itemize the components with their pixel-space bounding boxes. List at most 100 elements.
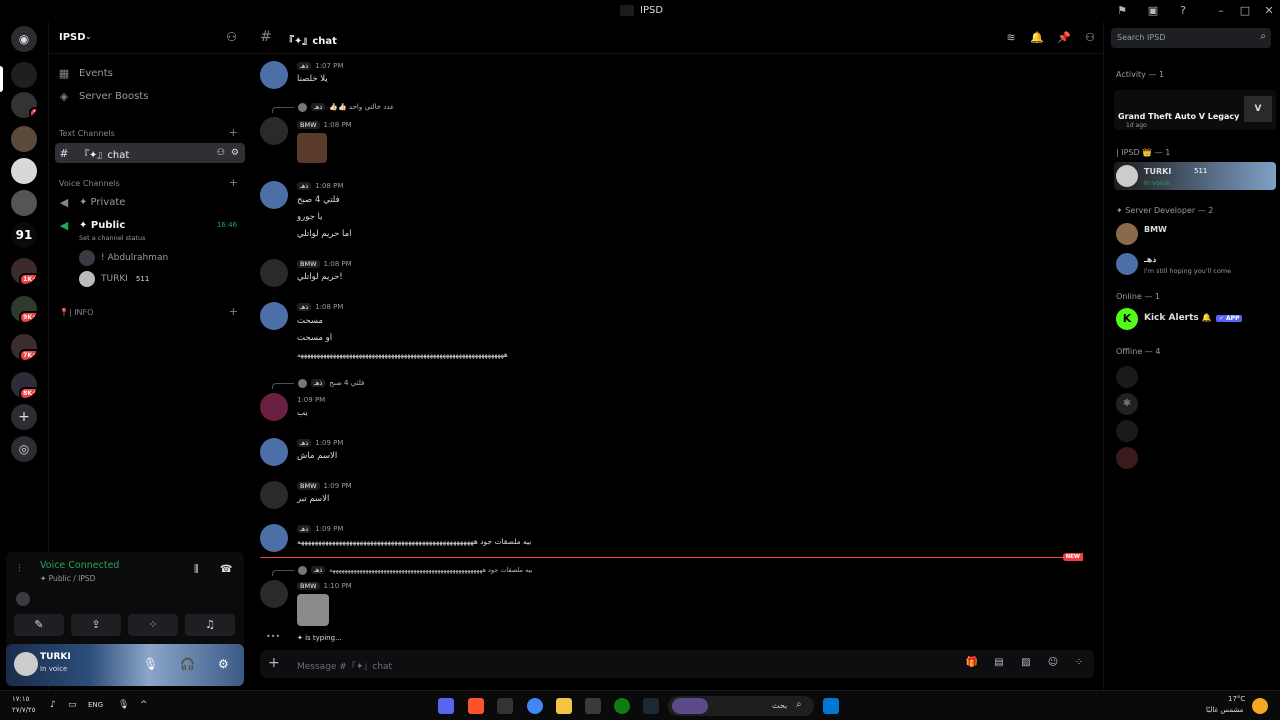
server-icon[interactable] (11, 190, 37, 216)
sidebar-item-boosts[interactable]: ◈ Server Boosts (55, 86, 245, 106)
add-server-icon[interactable]: + (11, 404, 37, 430)
add-channel-icon[interactable]: + (229, 176, 238, 189)
category-text-channels[interactable]: Text Channels (59, 129, 115, 138)
volume-icon[interactable]: ♪ (50, 700, 56, 710)
brave-icon[interactable] (468, 698, 484, 714)
server-icon[interactable]: 1K+ (11, 258, 37, 284)
voice-location[interactable]: ✦ Public / IPSD (40, 574, 95, 583)
author-tag[interactable]: ذهـ (297, 182, 312, 190)
minimize-icon[interactable]: – (1214, 4, 1228, 18)
microphone-icon[interactable]: 🎙 (143, 657, 158, 671)
noise-suppression-icon[interactable]: ⫼ (194, 564, 199, 575)
voice-status[interactable]: Voice Connected (40, 560, 119, 571)
member-turki[interactable]: TURKI 511 In voice (1114, 162, 1276, 190)
file-explorer-icon[interactable] (556, 698, 572, 714)
windows-start-icon[interactable] (823, 698, 839, 714)
add-attachment-icon[interactable]: + (268, 655, 280, 671)
category-info[interactable]: 📍| INFO (59, 308, 93, 317)
member-dev[interactable]: ذهـ I'm still hoping you'll come (1114, 250, 1276, 278)
server-icon[interactable]: 8K+ (11, 372, 37, 398)
channel-chat[interactable]: # 『✦』chat ⚇ ⚙ (55, 143, 245, 163)
author-tag[interactable]: ذهـ (297, 439, 312, 447)
chrome-icon[interactable] (527, 698, 543, 714)
signal-icon[interactable]: ⫶ (18, 562, 21, 576)
server-header[interactable]: IPSD ⌄ ⚇ (49, 22, 251, 54)
steam-icon[interactable] (643, 698, 659, 714)
network-icon[interactable]: ▭ (68, 700, 77, 710)
microphone-icon[interactable]: 🎙 (118, 700, 129, 710)
gif-icon[interactable]: ▤ (992, 657, 1006, 671)
server-icon[interactable] (11, 126, 37, 152)
member-kick-alerts[interactable]: K Kick Alerts 🔔 ✓ APP (1114, 305, 1276, 333)
screen-share-button[interactable]: ⇪ (71, 614, 121, 636)
server-ipsd[interactable] (11, 62, 37, 88)
server-icon[interactable]: 1 (11, 92, 37, 118)
discord-home-icon[interactable]: ◉ (11, 26, 37, 52)
category-voice-channels[interactable]: Voice Channels (59, 179, 120, 188)
maximize-icon[interactable]: □ (1238, 4, 1252, 18)
members-icon[interactable]: ⚇ (1083, 31, 1097, 45)
reply-preview[interactable]: ذهـ بيه ملصقات جود هههههههههههههههههههههه… (272, 565, 532, 576)
soundboard-button[interactable]: ♫ (185, 614, 235, 636)
discover-icon[interactable]: ◎ (11, 436, 37, 462)
user-panel[interactable]: TURKI In voice 🎙 🎧 ⚙ (6, 644, 244, 686)
member-offline[interactable] (1114, 417, 1276, 445)
voice-user[interactable]: TURKI 511 (79, 270, 149, 288)
avatar[interactable] (260, 393, 288, 421)
author-tag[interactable]: ذهـ (297, 303, 312, 311)
activities-button[interactable]: ⁘ (128, 614, 178, 636)
channel-public[interactable]: ◀ ✦ Public 16:46 (55, 215, 245, 235)
apps-icon[interactable]: ⁘ (1072, 657, 1086, 671)
server-icon[interactable]: 91 (11, 222, 37, 248)
threads-icon[interactable]: ≋ (1004, 31, 1018, 45)
sticker-image[interactable] (297, 594, 329, 626)
gear-icon[interactable]: ⚙ (218, 657, 229, 671)
gift-icon[interactable]: 🎁 (965, 657, 979, 671)
taskbar-search[interactable]: بحث ⌕ (668, 696, 814, 716)
author-tag[interactable]: BMW (297, 260, 320, 268)
member-offline[interactable] (1114, 444, 1276, 472)
avatar[interactable] (260, 524, 288, 552)
server-icon[interactable]: 9K+ (11, 296, 37, 322)
avatar[interactable] (260, 117, 288, 145)
invite-icon[interactable]: ⚇ (217, 148, 225, 158)
weather-sun-icon[interactable] (1252, 698, 1268, 714)
clock-time[interactable]: ١٧:١٥ (12, 695, 29, 703)
avatar[interactable] (260, 302, 288, 330)
author-tag[interactable]: ذهـ (297, 525, 312, 533)
avatar[interactable] (260, 580, 288, 608)
author-tag[interactable]: BMW (297, 582, 320, 590)
author-tag[interactable]: BMW (297, 121, 320, 129)
weather-desc[interactable]: مشمس غالبًا (1206, 706, 1243, 714)
voice-user[interactable]: ! Abdulrahman (79, 249, 168, 267)
member-offline[interactable] (1114, 363, 1276, 391)
activity-card[interactable]: Grand Theft Auto V Legacy 1d ago V (1114, 90, 1276, 130)
add-channel-icon[interactable]: + (229, 126, 238, 139)
author-tag[interactable]: BMW (297, 482, 320, 490)
avatar[interactable] (260, 181, 288, 209)
member-bmw[interactable]: BMW (1114, 220, 1276, 248)
chevron-up-icon[interactable]: ^ (140, 700, 148, 710)
xbox-icon[interactable] (614, 698, 630, 714)
discord-taskbar-icon[interactable] (438, 698, 454, 714)
inbox-icon[interactable]: ⚑ (1115, 4, 1129, 18)
channel-status[interactable]: Set a channel status (79, 234, 146, 242)
message-composer[interactable]: + Message #『✦』chat 🎁 ▤ ▨ ☺ ⁘ (260, 650, 1094, 678)
message-input[interactable]: Message #『✦』chat (297, 659, 392, 672)
channel-private[interactable]: ◀ ✦ Private (55, 192, 245, 212)
screen-icon[interactable]: ▣ (1146, 4, 1160, 18)
pin-icon[interactable]: 📌 (1057, 31, 1071, 45)
sidebar-item-events[interactable]: ▦ Events (55, 63, 245, 83)
avatar[interactable] (260, 481, 288, 509)
server-icon[interactable]: 7K+ (11, 334, 37, 360)
add-member-icon[interactable]: ⚇ (226, 30, 237, 44)
app-icon[interactable] (497, 698, 513, 714)
search-bar[interactable]: Search IPSD ⌕ (1111, 28, 1271, 48)
help-icon[interactable]: ? (1176, 4, 1190, 18)
sticker-icon[interactable]: ▨ (1019, 657, 1033, 671)
gear-icon[interactable]: ⚙ (231, 148, 239, 158)
weather-temp[interactable]: 17°C (1228, 695, 1245, 703)
avatar[interactable] (260, 259, 288, 287)
member-offline[interactable]: ✱ (1114, 390, 1276, 418)
bell-icon[interactable]: 🔔 (1030, 31, 1044, 45)
